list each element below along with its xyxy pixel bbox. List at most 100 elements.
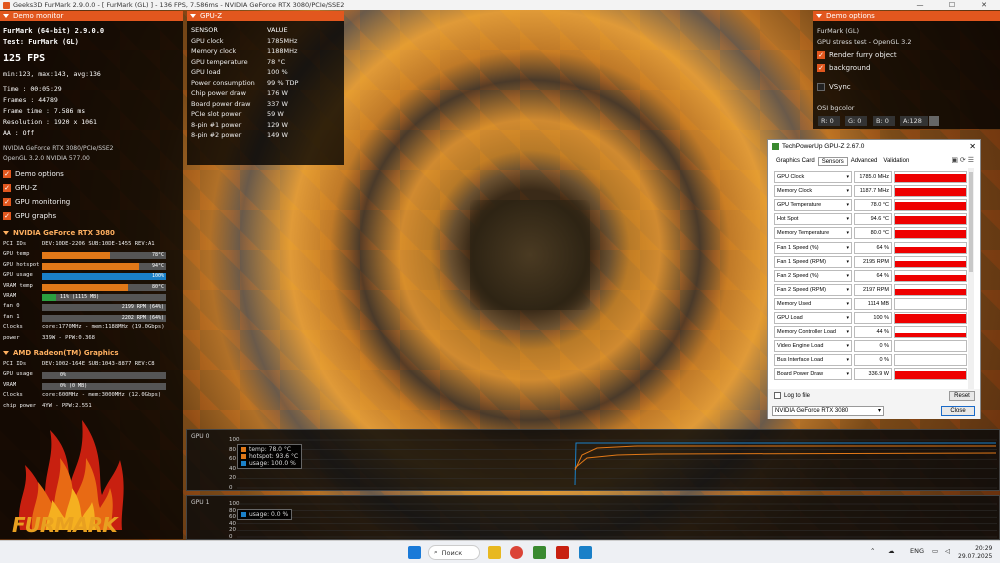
sensor-name-dropdown[interactable]: Fan 1 Speed (RPM) ▾ bbox=[774, 255, 852, 268]
row-bar: 100% bbox=[42, 273, 166, 281]
gpu1-graph-label: GPU 1 bbox=[191, 499, 210, 506]
gpu1-section-header[interactable]: NVIDIA GeForce RTX 3080 bbox=[3, 229, 115, 237]
elapsed-time: Time : 00:05:29 bbox=[3, 85, 62, 93]
demo-monitor-header[interactable]: Demo monitor bbox=[0, 11, 183, 21]
demo-name: FurMark (GL) bbox=[817, 27, 859, 35]
row-label: VRAM bbox=[3, 293, 17, 299]
sensor-row: Memory Used ▾ 1114 MB bbox=[774, 297, 967, 310]
sensor-name-dropdown[interactable]: Fan 2 Speed (%) ▾ bbox=[774, 269, 852, 282]
bgcolor-a-field[interactable]: A:128 bbox=[900, 116, 928, 126]
sensor-graph-fill bbox=[895, 230, 966, 239]
gpu0-usage-line bbox=[574, 442, 996, 486]
furmark-taskbar-icon[interactable] bbox=[556, 546, 569, 559]
tab-sensors[interactable]: Sensors bbox=[817, 157, 848, 166]
gpu1-row: GPU usage 100% bbox=[3, 272, 166, 281]
row-bar: 0% bbox=[42, 372, 166, 380]
monitor-checkbox-0[interactable]: ✓ Demo options bbox=[3, 170, 64, 178]
sensor-name-dropdown[interactable]: Memory Used ▾ bbox=[774, 297, 852, 310]
taskbar-clock[interactable]: 20:29 29.07.2025 bbox=[958, 545, 992, 561]
frame-count: Frames : 44789 bbox=[3, 96, 58, 104]
sensor-value: 1785.0 MHz bbox=[854, 171, 892, 183]
device-select[interactable]: NVIDIA GeForce RTX 3080 ▾ bbox=[772, 406, 884, 416]
sensor-name-dropdown[interactable]: Memory Clock ▾ bbox=[774, 185, 852, 198]
gpu2-title: AMD Radeon(TM) Graphics bbox=[13, 349, 119, 357]
gpuz-toolbar-icons[interactable]: ▣ ⟳ ☰ bbox=[951, 156, 974, 164]
sensor-value: 129 W bbox=[267, 120, 288, 129]
app-taskbar-icon[interactable] bbox=[579, 546, 592, 559]
render-furry-checkbox[interactable]: ✓ Render furry object bbox=[817, 51, 897, 59]
sensor-name-dropdown[interactable]: GPU Clock ▾ bbox=[774, 171, 852, 183]
sensor-graph bbox=[894, 255, 967, 268]
monitor-checkbox-3[interactable]: ✓ GPU graphs bbox=[3, 212, 56, 220]
minimize-button[interactable]: — bbox=[904, 0, 936, 10]
sensor-name-dropdown[interactable]: Fan 2 Speed (RPM) ▾ bbox=[774, 283, 852, 296]
sensor-name-dropdown[interactable]: Bus Interface Load ▾ bbox=[774, 354, 852, 367]
sensor-name-dropdown[interactable]: Memory Temperature ▾ bbox=[774, 227, 852, 240]
log-to-file-checkbox[interactable]: Log to file bbox=[774, 392, 810, 399]
tab-advanced[interactable]: Advanced bbox=[848, 157, 881, 166]
gpuz-overlay-header[interactable]: GPU-Z bbox=[187, 11, 344, 21]
tab-graphics-card[interactable]: Graphics Card bbox=[773, 157, 818, 166]
sensor-name-dropdown[interactable]: Board Power Draw ▾ bbox=[774, 368, 852, 381]
sensor-name-dropdown[interactable]: Video Engine Load ▾ bbox=[774, 340, 852, 353]
tray-chevron-icon[interactable]: ⌃ bbox=[870, 547, 875, 555]
legend-item: usage: 0.0 % bbox=[241, 511, 288, 518]
gpu2-section-header[interactable]: AMD Radeon(TM) Graphics bbox=[3, 349, 119, 357]
sensor-graph-fill bbox=[895, 247, 966, 253]
language-indicator[interactable]: ENG bbox=[910, 547, 924, 555]
bgcolor-b-field[interactable]: B: 0 bbox=[873, 116, 895, 126]
taskbar-search[interactable]: ⌕ Поиск bbox=[428, 545, 480, 560]
legend-item: hotspot: 93.6 °C bbox=[241, 453, 298, 460]
scrollbar-thumb[interactable] bbox=[969, 172, 973, 272]
sensor-name-dropdown[interactable]: Hot Spot ▾ bbox=[774, 213, 852, 226]
gpu1-title: NVIDIA GeForce RTX 3080 bbox=[13, 229, 115, 237]
furmark-app-icon bbox=[3, 1, 10, 9]
gpuz-taskbar-icon[interactable] bbox=[533, 546, 546, 559]
close-button[interactable]: ✕ bbox=[968, 0, 1000, 10]
sensor-graph bbox=[894, 241, 967, 254]
gpuz-bottom-bar: Log to file Reset NVIDIA GeForce RTX 308… bbox=[768, 389, 980, 419]
bgcolor-swatch[interactable] bbox=[929, 116, 939, 126]
demo-options-header[interactable]: Demo options bbox=[813, 11, 1000, 21]
device-select-value: NVIDIA GeForce RTX 3080 bbox=[775, 408, 849, 414]
bgcolor-g-field[interactable]: G: 0 bbox=[845, 116, 867, 126]
y-tick-label: 60 bbox=[229, 456, 236, 463]
gpuz-sensor-table: SENSOR VALUE GPU clock 1785MHz Memory cloc… bbox=[189, 25, 300, 141]
sensor-name-label: Fan 1 Speed (%) bbox=[777, 244, 819, 251]
reset-button[interactable]: Reset bbox=[949, 391, 975, 401]
vsync-checkbox[interactable]: VSync bbox=[817, 83, 851, 91]
sensor-graph-fill bbox=[895, 332, 966, 338]
gpuz-close-icon[interactable]: ✕ bbox=[969, 142, 976, 151]
legend-text: hotspot: 93.6 °C bbox=[249, 453, 299, 460]
sensor-name-dropdown[interactable]: Fan 1 Speed (%) ▾ bbox=[774, 241, 852, 254]
background-checkbox[interactable]: ✓ background bbox=[817, 64, 870, 72]
legend-swatch bbox=[241, 461, 246, 466]
antialiasing: AA : Off bbox=[3, 129, 35, 137]
close-window-button[interactable]: Close bbox=[941, 406, 975, 416]
y-tick-label: 40 bbox=[229, 520, 236, 527]
network-icon[interactable]: ▭ bbox=[932, 547, 938, 555]
maximize-button[interactable]: ☐ bbox=[936, 0, 968, 10]
value-column-header: VALUE bbox=[267, 26, 288, 35]
monitor-checkbox-2[interactable]: ✓ GPU monitoring bbox=[3, 198, 70, 206]
file-explorer-icon[interactable] bbox=[488, 546, 501, 559]
bgcolor-r-field[interactable]: R: 0 bbox=[818, 116, 840, 126]
start-icon[interactable] bbox=[408, 546, 421, 559]
onedrive-icon[interactable]: ☁ bbox=[888, 547, 895, 555]
sensor-name-dropdown[interactable]: GPU Load ▾ bbox=[774, 312, 852, 324]
monitor-checkbox-1[interactable]: ✓ GPU-Z bbox=[3, 184, 37, 192]
demo-options-title: Demo options bbox=[826, 12, 875, 20]
gpu0-temp-line bbox=[574, 452, 997, 469]
clock-date: 29.07.2025 bbox=[958, 553, 993, 560]
volume-icon[interactable]: ◁ bbox=[945, 547, 950, 555]
sensor-name-dropdown[interactable]: GPU Temperature ▾ bbox=[774, 199, 852, 212]
sensor-scrollbar[interactable] bbox=[968, 168, 974, 418]
sensor-name-dropdown[interactable]: Memory Controller Load ▾ bbox=[774, 326, 852, 339]
chevron-down-icon: ▾ bbox=[846, 202, 849, 209]
gpuz-window-titlebar: TechPowerUp GPU-Z 2.67.0 ✕ bbox=[768, 140, 980, 153]
chrome-icon[interactable] bbox=[510, 546, 523, 559]
row-bar-text: 0% (0 MB) bbox=[60, 382, 88, 389]
sensor-name-label: Fan 2 Speed (RPM) bbox=[777, 286, 826, 293]
sensor-graph bbox=[894, 227, 967, 240]
tab-validation[interactable]: Validation bbox=[880, 157, 912, 166]
